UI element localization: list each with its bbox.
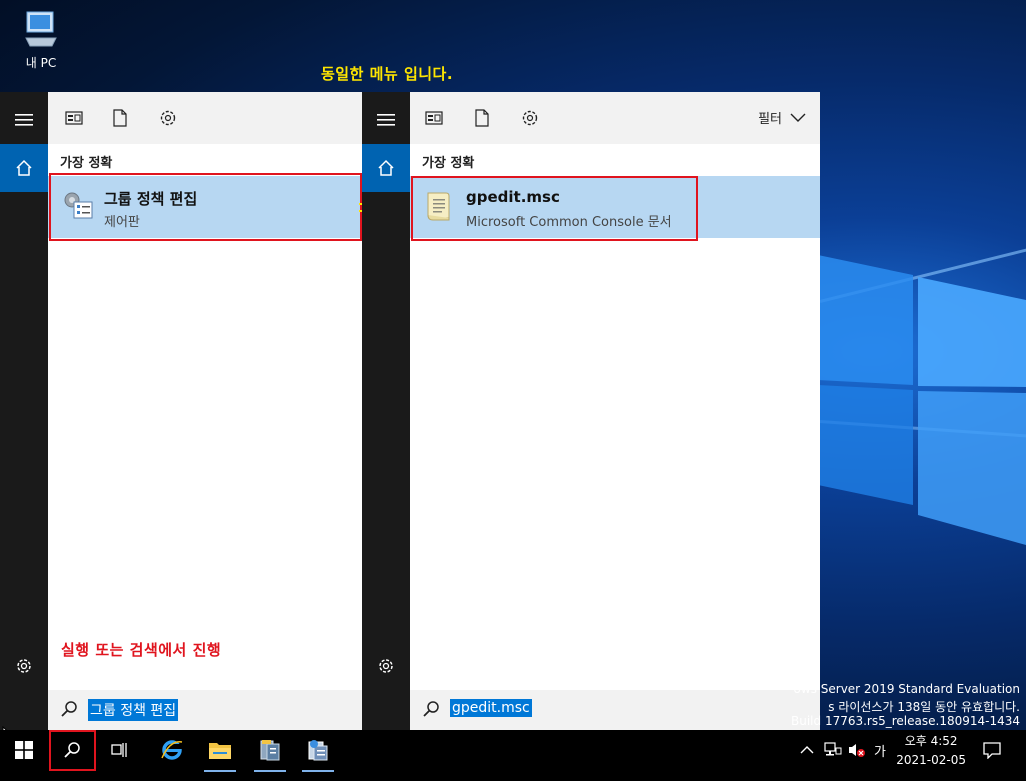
hamburger-menu-button[interactable] (362, 96, 410, 144)
mmc-console-icon (308, 740, 328, 761)
wallpaper-logo (818, 255, 1026, 545)
desktop-icon-label: 내 PC (25, 56, 57, 70)
home-button[interactable] (362, 144, 410, 192)
search-query-text[interactable]: gpedit.msc (450, 699, 532, 717)
hamburger-icon (15, 114, 33, 126)
system-tray: 가 (800, 730, 886, 770)
computer-icon (25, 11, 57, 47)
internet-explorer-icon (161, 740, 183, 760)
home-button[interactable] (0, 144, 48, 192)
nav-rail (0, 92, 48, 730)
clock[interactable]: 오후 4:52 2021-02-05 (896, 732, 966, 770)
document-icon (475, 109, 489, 127)
task-view-icon (111, 743, 127, 757)
chevron-down-icon (790, 113, 806, 122)
ime-indicator[interactable]: 가 (874, 741, 886, 760)
settings-filter-button[interactable] (520, 108, 540, 128)
settings-rail-button[interactable] (0, 642, 48, 690)
filter-dropdown[interactable]: 필터 (758, 108, 806, 127)
best-match-label: 가장 정확 (422, 156, 475, 171)
clock-time: 오후 4:52 (904, 734, 958, 748)
watermark-line-1: ows Server 2019 Standard Evaluation (793, 682, 1020, 696)
search-toolbar: 필터 (410, 92, 820, 144)
server-manager-icon (260, 740, 280, 761)
watermark-line-2: s 라이선스가 138일 동안 유효합니다. (828, 700, 1020, 714)
windows-logo-icon (15, 741, 33, 759)
search-box[interactable]: 그룹 정책 편집 (48, 690, 362, 730)
settings-rail-button[interactable] (362, 642, 410, 690)
documents-filter-button[interactable] (472, 108, 492, 128)
gear-icon (522, 110, 538, 126)
document-icon (113, 109, 127, 127)
window-list-icon (425, 111, 443, 125)
home-icon (16, 159, 32, 176)
documents-filter-button[interactable] (110, 108, 130, 128)
nav-rail (362, 92, 410, 730)
search-box[interactable]: gpedit.msc (410, 690, 820, 730)
notification-icon (983, 742, 1001, 759)
mmc-app-button[interactable] (294, 730, 342, 772)
gear-icon (379, 659, 393, 673)
highlight-box (411, 176, 698, 241)
home-icon (378, 159, 394, 176)
chevron-up-icon[interactable] (800, 745, 814, 755)
network-icon[interactable] (824, 742, 842, 758)
filter-label: 필터 (758, 112, 782, 127)
watermark-line-3: Build 17763.rs5_release.180914-1434 (791, 714, 1020, 728)
search-toolbar (48, 92, 362, 144)
search-panel-left: 가장 정확 그룹 정책 편집 제어판 실행 또는 검색에서 진행 그룹 정책 편… (0, 92, 362, 730)
search-panel-right: 필터 가장 정확 gpedit.msc Microsoft Common Con… (362, 92, 820, 730)
volume-muted-icon[interactable] (848, 742, 866, 758)
apps-filter-button[interactable] (64, 108, 84, 128)
apps-filter-button[interactable] (424, 108, 444, 128)
settings-filter-button[interactable] (158, 108, 178, 128)
file-explorer-button[interactable] (196, 730, 244, 772)
start-button[interactable] (0, 730, 48, 770)
hamburger-menu-button[interactable] (0, 96, 48, 144)
this-pc-desktop-icon[interactable]: 내 PC (14, 10, 68, 71)
highlight-box (49, 730, 96, 771)
task-view-button[interactable] (96, 730, 144, 770)
desktop: 내 PC 동일한 메뉴 입니다. 가장 정확 그룹 정책 편집 제어판 실행 또… (0, 0, 1026, 781)
window-list-icon (65, 111, 83, 125)
action-center-button[interactable] (970, 730, 1014, 770)
server-manager-button[interactable] (246, 730, 294, 772)
taskbar: 가 오후 4:52 2021-02-05 (0, 730, 1026, 781)
annotation-top: 동일한 메뉴 입니다. (321, 65, 454, 83)
gear-icon (17, 659, 31, 673)
search-icon (423, 701, 439, 717)
highlight-box (49, 173, 362, 241)
gear-icon (160, 110, 176, 126)
search-query-text[interactable]: 그룹 정책 편집 (88, 699, 179, 721)
internet-explorer-button[interactable] (148, 730, 196, 770)
folder-icon (209, 743, 231, 759)
clock-date: 2021-02-05 (896, 753, 966, 767)
best-match-label: 가장 정확 (60, 156, 113, 171)
hamburger-icon (377, 114, 395, 126)
search-icon (61, 701, 77, 717)
annotation-bottom: 실행 또는 검색에서 진행 (61, 641, 222, 659)
